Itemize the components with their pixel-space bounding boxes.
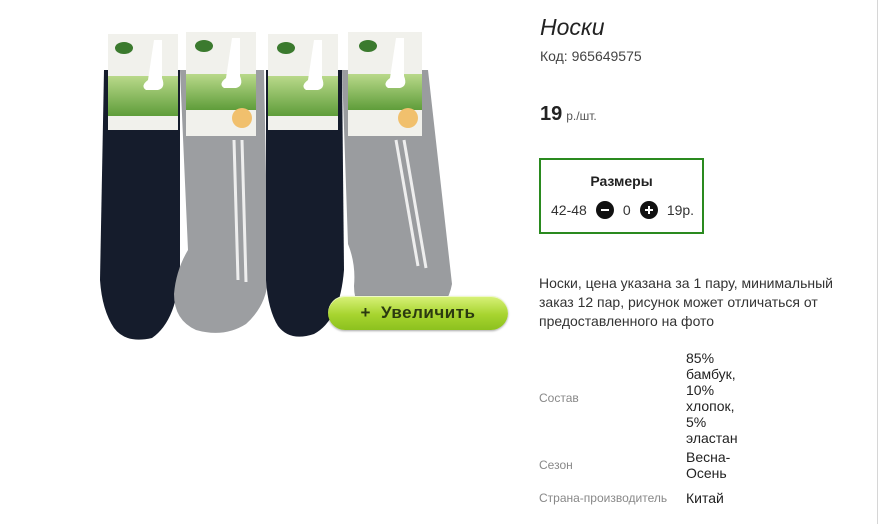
sizes-panel: Размеры 42-48 0 19р. xyxy=(539,158,704,234)
plus-icon xyxy=(644,206,653,214)
property-row: Состав 85% бамбук, 10% хлопок, 5% эласта… xyxy=(539,349,756,446)
sock-labels xyxy=(108,32,422,136)
decrease-quantity-button[interactable] xyxy=(595,201,614,219)
plus-icon: + xyxy=(360,303,371,322)
properties-table: Состав 85% бамбук, 10% хлопок, 5% эласта… xyxy=(539,349,756,513)
price-value: 19 xyxy=(540,103,563,125)
price-unit: р./шт. xyxy=(566,109,597,123)
product-code: Код: 965649575 xyxy=(540,48,642,64)
product-title: Носки xyxy=(540,14,605,40)
property-name: Страна-производитель xyxy=(539,491,668,505)
minus-icon xyxy=(600,209,609,211)
product-description: Носки, цена указана за 1 пару, минимальн… xyxy=(539,275,833,329)
size-price: 19р. xyxy=(666,202,695,218)
property-value: Весна-Осень xyxy=(686,448,731,481)
sizes-title: Размеры xyxy=(590,173,653,189)
property-value: 85% бамбук, 10% хлопок, 5% эластан xyxy=(686,349,738,446)
property-value: Китай xyxy=(686,490,724,506)
property-name: Сезон xyxy=(539,457,573,472)
size-label: 42-48 xyxy=(551,202,587,218)
property-name: Состав xyxy=(539,390,579,405)
quantity-value[interactable]: 0 xyxy=(614,202,640,218)
right-border xyxy=(877,0,878,524)
product-price: 19 р./шт. xyxy=(540,103,597,126)
increase-quantity-button[interactable] xyxy=(639,201,658,219)
property-row: Страна-производитель Китай xyxy=(539,483,756,513)
size-row: 42-48 0 19р. xyxy=(551,201,694,219)
zoom-button-label: Увеличить xyxy=(380,303,476,322)
property-row: Сезон Весна-Осень xyxy=(539,446,756,483)
zoom-button[interactable]: + Увеличить xyxy=(328,296,508,330)
